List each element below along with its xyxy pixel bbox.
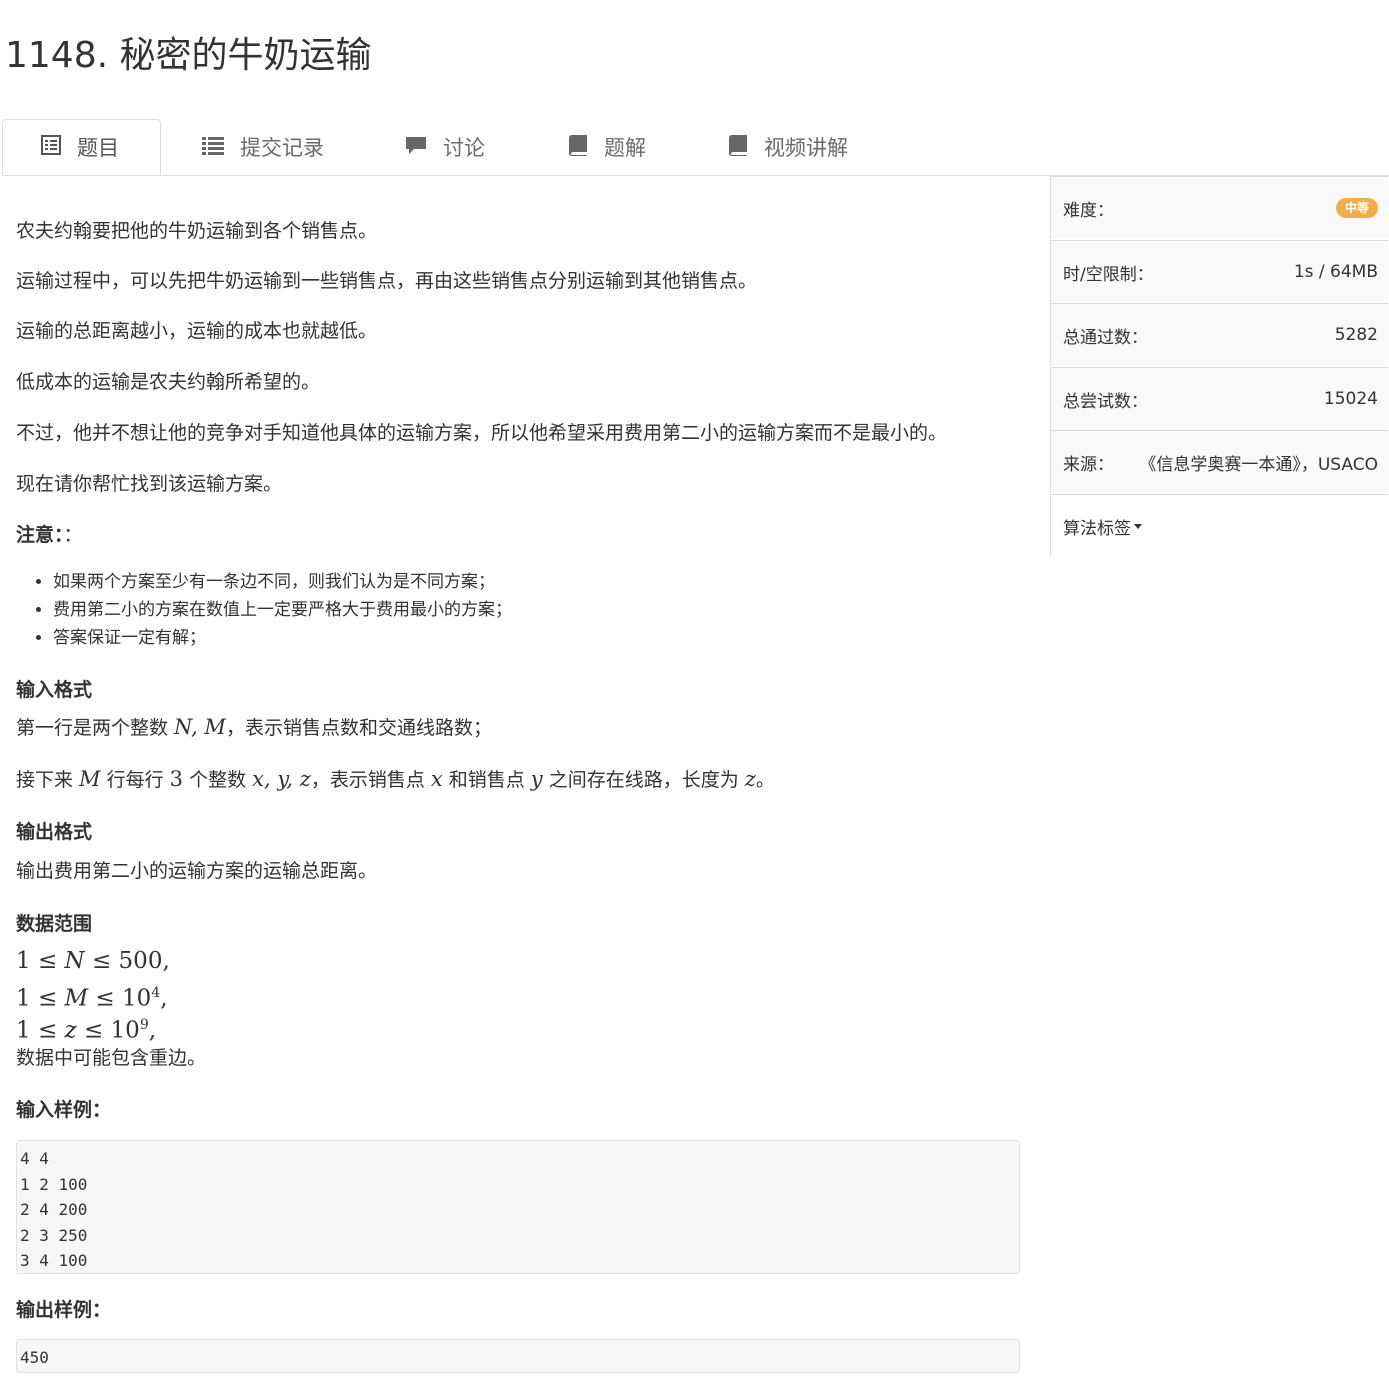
input-format-line: 接下来 M 行每行 3 个整数 x, y, z，表示销售点 x 和销售点 y 之…: [16, 767, 775, 791]
range-note: 数据中可能包含重边。: [16, 1047, 207, 1069]
description-paragraph: 运输的总距离越小，运输的成本也就越低。: [16, 320, 378, 342]
book-icon: [568, 134, 588, 161]
tab-label: 题解: [604, 136, 646, 160]
list-item: 费用第二小的方案在数值上一定要严格大于费用最小的方案；: [53, 596, 512, 624]
description-paragraph: 低成本的运输是农夫约翰所希望的。: [16, 371, 321, 393]
tab-label: 讨论: [443, 136, 485, 160]
tab-solutions[interactable]: 题解: [568, 119, 646, 175]
source-value: 《信息学奥赛一本通》，USACO: [1139, 454, 1378, 475]
source-row: 来源： 《信息学奥赛一本通》，USACO: [1050, 430, 1388, 493]
sample-output-code[interactable]: 450: [16, 1339, 1020, 1373]
limit-label: 时/空限制：: [1063, 264, 1154, 285]
passed-value: 5282: [1334, 325, 1378, 345]
output-format-heading: 输出格式: [16, 821, 93, 843]
comment-icon: [405, 135, 427, 160]
book-icon: [728, 134, 748, 161]
source-label: 来源：: [1063, 454, 1114, 475]
description-paragraph: 农夫约翰要把他的牛奶运输到各个销售点。: [16, 220, 378, 242]
note-list: 如果两个方案至少有一条边不同，则我们认为是不同方案； 费用第二小的方案在数值上一…: [16, 568, 512, 652]
description-paragraph: 不过，他并不想让他的竞争对手知道他具体的运输方案，所以他希望采用费用第二小的运输…: [16, 422, 948, 444]
limit-value: 1s / 64MB: [1293, 262, 1378, 282]
input-format-line: 第一行是两个整数 N, M，表示销售点数和交通线路数；: [16, 715, 492, 739]
tab-submissions[interactable]: 提交记录: [202, 119, 324, 175]
difficulty-label: 难度：: [1063, 200, 1114, 221]
tab-label: 题目: [77, 136, 119, 160]
algorithm-tags-toggle[interactable]: 算法标签: [1050, 494, 1388, 557]
description-paragraph: 现在请你帮忙找到该运输方案。: [16, 473, 283, 495]
tab-discussion[interactable]: 讨论: [405, 119, 485, 175]
tries-value: 15024: [1323, 389, 1378, 409]
list-icon: [202, 135, 224, 160]
output-format-text: 输出费用第二小的运输方案的运输总距离。: [16, 860, 378, 882]
tags-label: 算法标签: [1063, 518, 1131, 539]
tab-problem[interactable]: 题目: [2, 119, 161, 175]
sample-input-heading: 输入样例：: [16, 1099, 112, 1121]
tab-video[interactable]: 视频讲解: [728, 119, 848, 175]
page-title: 1148. 秘密的牛奶运输: [5, 35, 372, 76]
list-item: 答案保证一定有解；: [53, 624, 512, 652]
note-heading: 注意：：: [16, 524, 83, 546]
caret-down-icon: [1134, 523, 1142, 529]
problem-tabs: 题目 提交记录 讨论 题解 视频讲解: [2, 119, 1389, 176]
description-paragraph: 运输过程中，可以先把牛奶运输到一些销售点，再由这些销售点分别运输到其他销售点。: [16, 270, 758, 292]
tries-label: 总尝试数：: [1063, 391, 1148, 412]
range-line: 1 ≤ z ≤ 109,: [16, 1017, 157, 1044]
sample-input-code[interactable]: 4 4 1 2 100 2 4 200 2 3 250 3 4 100: [16, 1140, 1020, 1274]
sample-output-heading: 输出样例：: [16, 1299, 112, 1321]
tab-label: 提交记录: [240, 136, 324, 160]
list-item: 如果两个方案至少有一条边不同，则我们认为是不同方案；: [53, 568, 512, 596]
difficulty-badge: 中等: [1335, 198, 1378, 218]
difficulty-row: 难度： 中等: [1050, 176, 1388, 239]
input-format-heading: 输入格式: [16, 679, 93, 701]
passed-label: 总通过数：: [1063, 327, 1148, 348]
range-heading: 数据范围: [16, 913, 93, 935]
tab-label: 视频讲解: [764, 136, 848, 160]
tries-row: 总尝试数： 15024: [1050, 367, 1388, 430]
range-line: 1 ≤ N ≤ 500,: [16, 948, 170, 974]
passed-row: 总通过数： 5282: [1050, 303, 1388, 366]
limit-row: 时/空限制： 1s / 64MB: [1050, 240, 1388, 303]
list-alt-icon: [41, 134, 61, 160]
